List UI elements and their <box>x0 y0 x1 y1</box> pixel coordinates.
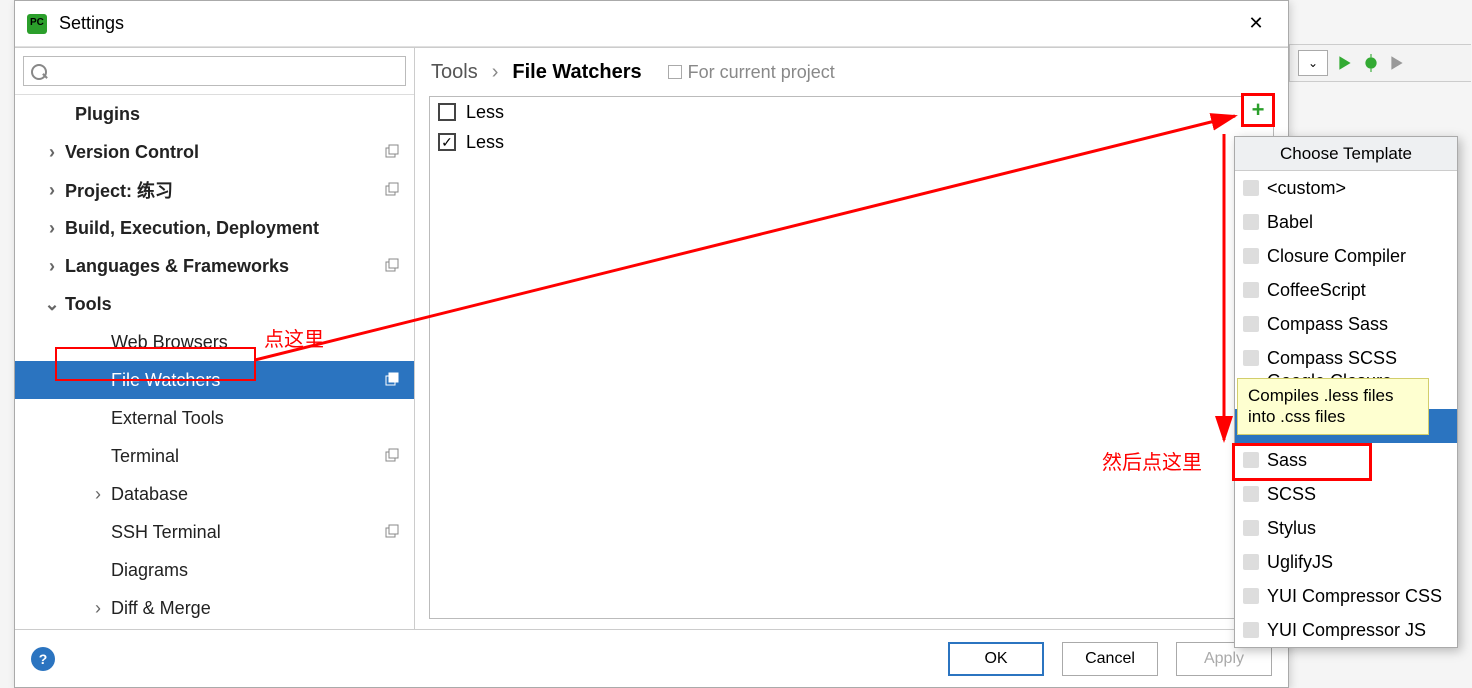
template-item-icon <box>1243 554 1259 570</box>
annotation-text-2: 然后点这里 <box>1102 446 1202 475</box>
annotation-arrow-1 <box>255 110 1255 370</box>
chevron-icon: › <box>89 598 107 619</box>
search-input[interactable] <box>23 56 406 86</box>
tree-item-label: Plugins <box>75 104 140 125</box>
tree-item-label: Project: 练习 <box>65 177 173 203</box>
ok-button[interactable]: OK <box>948 642 1044 676</box>
project-scope-icon <box>668 65 682 79</box>
app-icon <box>27 14 47 34</box>
template-item--custom-[interactable]: <custom> <box>1235 171 1457 205</box>
project-scope-badge-icon <box>384 524 400 540</box>
template-item-label: Stylus <box>1267 518 1316 539</box>
chevron-icon: › <box>43 180 61 201</box>
template-item-compass-scss[interactable]: Compass SCSS <box>1235 341 1457 375</box>
breadcrumb-scope: For current project <box>668 62 835 83</box>
template-item-label: CoffeeScript <box>1267 280 1366 301</box>
sidebar-item-terminal[interactable]: Terminal <box>15 437 414 475</box>
sidebar-item-database[interactable]: ›Database <box>15 475 414 513</box>
template-item-label: UglifyJS <box>1267 552 1333 573</box>
chevron-icon: › <box>43 218 61 239</box>
template-item-label: YUI Compressor CSS <box>1267 586 1442 607</box>
run-icon[interactable] <box>1336 54 1354 72</box>
breadcrumb-current: File Watchers <box>512 61 641 84</box>
dialog-title: Settings <box>59 13 124 34</box>
tree-item-label: Diagrams <box>111 560 188 581</box>
template-item-icon <box>1243 622 1259 638</box>
project-scope-badge-icon <box>384 372 400 388</box>
tree-item-label: Diff & Merge <box>111 598 211 619</box>
chevron-icon: › <box>43 142 61 163</box>
tree-item-label: Database <box>111 484 188 505</box>
template-item-babel[interactable]: Babel <box>1235 205 1457 239</box>
template-item-stylus[interactable]: Stylus <box>1235 511 1457 545</box>
template-item-label: Babel <box>1267 212 1313 233</box>
template-item-icon <box>1243 588 1259 604</box>
sidebar-item-diagrams[interactable]: Diagrams <box>15 551 414 589</box>
dialog-footer: ? OK Cancel Apply <box>15 629 1288 687</box>
ide-toolbar-fragment: ⌄ <box>1289 44 1471 82</box>
tree-item-label: SSH Terminal <box>111 522 221 543</box>
tree-item-label: Tools <box>65 294 112 315</box>
debug-icon[interactable] <box>1362 54 1380 72</box>
template-item-label: <custom> <box>1267 178 1346 199</box>
tree-item-label: Terminal <box>111 446 179 467</box>
chevron-icon: › <box>43 256 61 277</box>
search-icon <box>23 56 406 86</box>
cancel-button[interactable]: Cancel <box>1062 642 1158 676</box>
template-item-label: Compass SCSS <box>1267 348 1397 369</box>
tree-item-label: Version Control <box>65 142 199 163</box>
breadcrumb-sep: › <box>492 61 499 84</box>
tree-item-label: External Tools <box>111 408 224 429</box>
chevron-icon: ⌄ <box>43 294 61 315</box>
template-item-label: Closure Compiler <box>1267 246 1406 267</box>
titlebar: Settings ✕ <box>15 1 1288 47</box>
sidebar-item-external-tools[interactable]: External Tools <box>15 399 414 437</box>
template-item-icon <box>1243 520 1259 536</box>
annotation-box-filewatchers <box>55 347 256 381</box>
template-item-label: YUI Compressor JS <box>1267 620 1426 641</box>
sidebar-item-ssh-terminal[interactable]: SSH Terminal <box>15 513 414 551</box>
less-template-tooltip: Compiles .less files into .css files <box>1237 378 1429 435</box>
template-item-yui-compressor-css[interactable]: YUI Compressor CSS <box>1235 579 1457 613</box>
help-icon[interactable]: ? <box>31 647 55 671</box>
run-config-dropdown[interactable]: ⌄ <box>1298 50 1328 76</box>
sidebar-item-python-external-documentation[interactable]: Python External Documentation <box>15 627 414 629</box>
chevron-icon: › <box>89 484 107 505</box>
close-button[interactable]: ✕ <box>1236 8 1276 40</box>
template-item-coffeescript[interactable]: CoffeeScript <box>1235 273 1457 307</box>
template-item-compass-sass[interactable]: Compass Sass <box>1235 307 1457 341</box>
run-coverage-icon[interactable] <box>1388 54 1406 72</box>
annotation-arrow-2 <box>1218 134 1238 446</box>
template-item-label: SCSS <box>1267 484 1316 505</box>
template-item-yui-compressor-js[interactable]: YUI Compressor JS <box>1235 613 1457 647</box>
sidebar-item-diff-merge[interactable]: ›Diff & Merge <box>15 589 414 627</box>
popup-header: Choose Template <box>1235 137 1457 171</box>
template-item-scss[interactable]: SCSS <box>1235 477 1457 511</box>
template-item-closure-compiler[interactable]: Closure Compiler <box>1235 239 1457 273</box>
template-item-label: Compass Sass <box>1267 314 1388 335</box>
breadcrumb: Tools › File Watchers For current projec… <box>415 48 1288 96</box>
template-item-icon <box>1243 486 1259 502</box>
annotation-box-less <box>1232 443 1372 481</box>
project-scope-badge-icon <box>384 448 400 464</box>
breadcrumb-root[interactable]: Tools <box>431 61 478 84</box>
template-item-uglifyjs[interactable]: UglifyJS <box>1235 545 1457 579</box>
